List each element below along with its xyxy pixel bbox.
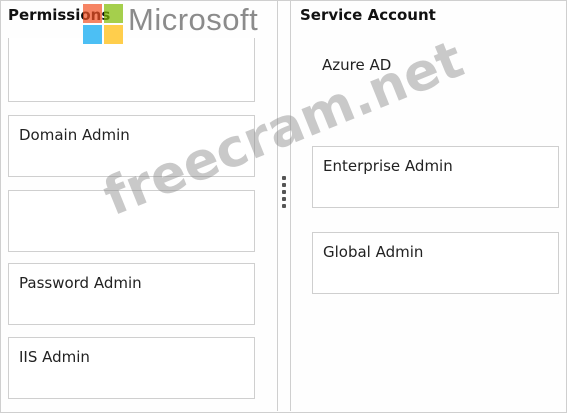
target-slot-label: Enterprise Admin [323,157,453,175]
drag-handle-icon[interactable] [281,176,287,211]
service-account-header: Service Account [300,6,436,24]
permission-item-iis-admin[interactable]: IIS Admin [8,337,255,399]
microsoft-logo-icon [83,4,123,44]
microsoft-watermark-text: Microsoft [128,2,259,37]
permission-item-empty-1[interactable] [8,38,255,102]
permission-item-password-admin[interactable]: Password Admin [8,263,255,325]
target-slot-global-admin[interactable]: Global Admin [312,232,559,294]
permission-item-label: Domain Admin [19,126,130,144]
target-slot-enterprise-admin[interactable]: Enterprise Admin [312,146,559,208]
permission-item-label: Password Admin [19,274,142,292]
column-divider-left [277,0,278,411]
target-slot-label: Global Admin [323,243,424,261]
column-divider-right [290,0,291,411]
permission-item-label: IIS Admin [19,348,90,366]
